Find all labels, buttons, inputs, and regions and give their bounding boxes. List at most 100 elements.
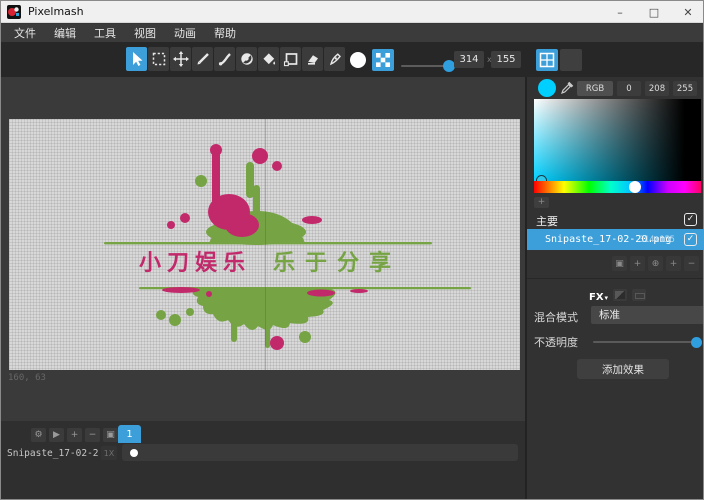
delete-layer-button[interactable]: − [684,256,699,271]
palette-tab-icon[interactable] [632,289,646,301]
layer-visibility-checkbox[interactable]: ✓ [684,233,697,246]
frame-1-tab[interactable]: 1 [118,425,141,443]
duplicate-frame-button[interactable]: ▣ [103,428,118,442]
tool-brush-button[interactable] [214,47,235,71]
title-bar: Pixelmash – □ ✕ [1,1,704,23]
tool-smudge-button[interactable] [236,47,257,71]
tool-select-button[interactable] [126,47,147,71]
play-icon: ▶ [53,430,60,440]
paint-bucket-icon [261,51,277,67]
keyframe-dot[interactable] [130,449,138,457]
tool-move-button[interactable] [170,47,191,71]
layer-group-label: 主要 [536,213,558,229]
duplicate-layer-button[interactable]: ▣ [612,256,627,271]
add-swatch-button[interactable]: + [534,197,549,208]
merge-layer-button[interactable]: ⊕ [648,256,663,271]
pixel-size-slider[interactable] [401,65,451,67]
minus-icon: − [89,430,97,440]
saturation-value-picker[interactable] [534,99,701,181]
menu-edit[interactable]: 编辑 [45,25,85,41]
tool-fill-button[interactable] [258,47,279,71]
canvas-width-input[interactable] [454,51,484,68]
track-speed-badge[interactable]: 1X [101,446,117,460]
blend-mode-dropdown[interactable]: 标准 ▾ [591,306,704,324]
color-mode-button[interactable]: RGB [577,81,613,96]
timeline-track-name: Snipaste_17-02-20.png [7,448,99,459]
minimize-button[interactable]: – [603,1,637,23]
pen-icon [327,51,343,67]
maximize-button[interactable]: □ [637,1,671,23]
opacity-slider-knob[interactable] [691,337,702,348]
fx-label: FX [589,292,604,303]
timeline-track[interactable] [122,444,518,461]
gear-icon: ⚙ [34,430,42,440]
cursor-icon [129,51,145,67]
layer-size: 314x155 [639,235,675,245]
brush-shape-circle-button[interactable] [350,52,366,68]
pencil-icon [195,51,211,67]
menu-tools[interactable]: 工具 [85,25,125,41]
transform-tab-icon[interactable] [613,289,627,301]
add-group-button[interactable]: + [666,256,681,271]
smudge-icon [239,51,255,67]
tool-marquee-button[interactable] [148,47,169,71]
grid-view-toggle-button[interactable] [536,49,558,71]
move-icon [173,51,189,67]
secondary-view-toggle-button[interactable] [560,49,582,71]
group-visibility-checkbox[interactable]: ✓ [684,213,697,226]
tool-eraser-button[interactable] [302,47,323,71]
hue-slider[interactable] [534,181,701,193]
opacity-label: 不透明度 [534,334,578,350]
brush-icon [217,51,233,67]
plus-icon: + [71,430,79,440]
workspace: 小刀娱乐 乐于分享 160, 63 ⚙ ▶ + − ▣ 1 Snipaste_1… [1,77,525,500]
right-panel: RGB 0 208 255 + 主要 ✓ Snipaste_17-02-20.p… [527,77,704,500]
menu-view[interactable]: 视图 [125,25,165,41]
tool-pen-button[interactable] [324,47,345,71]
effects-tabs: FX▾ [589,285,646,304]
pixelmash-window: Pixelmash – □ ✕ 文件 编辑 工具 视图 动画 帮助 [0,0,704,500]
plus-icon: + [634,259,642,269]
cursor-coordinates: 160, 63 [8,373,46,383]
toolbar: x [1,42,704,77]
blend-mode-value: 标准 [599,309,620,321]
current-color-swatch[interactable] [538,79,556,97]
add-frame-button[interactable]: + [67,428,82,442]
hue-slider-knob[interactable] [629,181,641,193]
chevron-down-icon: ▾ [605,294,609,302]
layer-row-selected[interactable]: Snipaste_17-02-20.png 314x155 ✓ [527,229,704,250]
pixel-canvas[interactable]: 小刀娱乐 乐于分享 [9,119,520,370]
tool-shape-button[interactable] [280,47,301,71]
fx-tab[interactable]: FX▾ [589,285,608,304]
tool-pencil-button[interactable] [192,47,213,71]
checker-icon [375,52,391,68]
eraser-icon [305,51,321,67]
section-divider [527,278,704,279]
menu-animation[interactable]: 动画 [165,25,205,41]
add-layer-button[interactable]: + [630,256,645,271]
add-effect-button[interactable]: 添加效果 [577,359,669,379]
artwork-text-green: 乐于分享 [273,250,401,276]
canvas-height-input[interactable] [491,51,521,68]
app-icon [7,5,21,19]
layer-group-row[interactable]: 主要 ✓ [527,211,704,228]
pixelate-toggle-button[interactable] [372,49,394,71]
window-title: Pixelmash [28,5,84,18]
opacity-slider[interactable] [593,341,697,343]
green-value-field[interactable]: 208 [645,81,669,96]
plus-icon: + [670,259,678,269]
menu-help[interactable]: 帮助 [205,25,245,41]
grid-icon [539,52,555,68]
eyedropper-icon[interactable] [560,80,575,95]
artwork-text-pink: 小刀娱乐 [139,251,251,276]
blue-value-field[interactable]: 255 [673,81,697,96]
timeline-play-button[interactable]: ▶ [49,428,64,442]
remove-frame-button[interactable]: − [85,428,100,442]
red-value-field[interactable]: 0 [617,81,641,96]
close-button[interactable]: ✕ [671,1,704,23]
menu-bar: 文件 编辑 工具 视图 动画 帮助 [1,24,704,42]
menu-file[interactable]: 文件 [5,25,45,41]
rectangle-icon [283,51,299,67]
timeline-settings-button[interactable]: ⚙ [31,428,46,442]
timeline-buttons: ⚙ ▶ + − ▣ [31,428,118,442]
